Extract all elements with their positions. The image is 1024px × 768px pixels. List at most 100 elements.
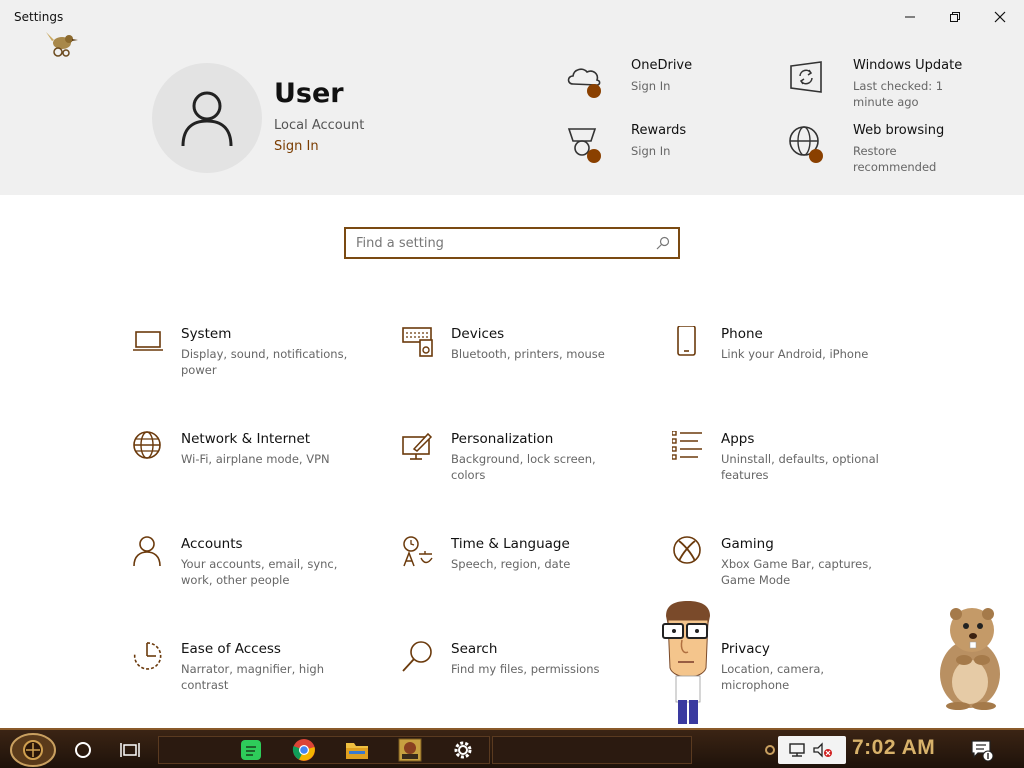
game-app-icon — [398, 738, 422, 762]
keyboard-speaker-icon — [402, 327, 433, 357]
phone-icon — [677, 326, 696, 356]
close-button[interactable] — [978, 4, 1022, 30]
tile-title: Devices — [451, 326, 505, 342]
action-center-button[interactable] — [968, 736, 996, 764]
chrome-icon — [292, 739, 315, 761]
globe-icon — [133, 431, 161, 459]
service-title: Web browsing — [853, 123, 945, 138]
system-tray — [778, 736, 846, 764]
service-subtitle: Last checked: 1 minute ago — [853, 79, 944, 109]
spotify-icon — [241, 740, 261, 760]
tile-ease-of-access[interactable]: Ease of Access Narrator, magnifier, high… — [132, 641, 382, 711]
tile-description: Background, lock screen, colors — [451, 452, 596, 482]
start-button[interactable] — [10, 733, 56, 767]
magnifier-icon — [402, 641, 432, 672]
service-title: OneDrive — [631, 58, 693, 73]
paintbrush-monitor-icon — [402, 432, 433, 460]
notification-icon — [971, 740, 994, 762]
windows-update-icon — [790, 61, 822, 93]
service-web-browsing[interactable]: Web browsing Restore recommended — [787, 123, 997, 178]
minimize-icon — [905, 16, 915, 18]
tile-description: Link your Android, iPhone — [721, 347, 869, 361]
taskbar-apps-panel — [158, 736, 490, 764]
ease-of-access-icon — [133, 642, 162, 670]
tile-search[interactable]: Search Find my files, permissions — [402, 641, 652, 711]
spotify-button[interactable] — [237, 736, 265, 764]
tile-description: Your accounts, email, sync, work, other … — [181, 557, 338, 587]
tile-system[interactable]: System Display, sound, notifications, po… — [132, 326, 382, 396]
service-subtitle: Sign In — [631, 79, 671, 93]
minimize-button[interactable] — [888, 4, 932, 30]
file-explorer-icon — [346, 743, 368, 759]
restore-icon — [950, 12, 960, 22]
gear-small-icon — [765, 745, 775, 755]
tile-description: Display, sound, notifications, power — [181, 347, 348, 377]
list-icon — [672, 431, 702, 460]
show-hidden-icons-button[interactable] — [762, 736, 778, 764]
tile-gaming[interactable]: Gaming Xbox Game Bar, captures, Game Mod… — [672, 536, 922, 606]
search-input[interactable] — [346, 230, 646, 256]
settings-gear-icon — [454, 741, 472, 759]
chrome-button[interactable] — [290, 736, 318, 764]
avatar[interactable] — [152, 63, 262, 173]
task-view-button[interactable] — [116, 736, 144, 764]
person-icon — [133, 536, 161, 567]
cartoon-man-sticker-icon — [662, 601, 710, 724]
tile-description: Location, camera, microphone — [721, 662, 825, 692]
file-explorer-button[interactable] — [343, 736, 371, 764]
service-rewards[interactable]: Rewards Sign In — [565, 123, 765, 173]
bird-decoration-icon — [46, 32, 78, 57]
volume-muted-icon[interactable] — [812, 742, 834, 758]
tile-title: Time & Language — [451, 536, 570, 552]
tile-title: Search — [451, 641, 498, 657]
cortana-icon — [75, 742, 91, 758]
user-name: User — [274, 78, 344, 109]
taskbar: 7:02 AM — [0, 728, 1024, 768]
service-title: Rewards — [631, 123, 687, 138]
tile-devices[interactable]: Devices Bluetooth, printers, mouse — [402, 326, 652, 396]
settings-search[interactable] — [344, 227, 680, 259]
window-title: Settings — [14, 10, 64, 24]
tile-title: Personalization — [451, 431, 554, 447]
tile-title: Accounts — [181, 536, 243, 552]
service-title: Windows Update — [853, 58, 963, 73]
onedrive-cloud-icon — [567, 68, 601, 98]
globe-icon — [789, 126, 823, 163]
tile-title: Gaming — [721, 536, 774, 552]
tile-network-internet[interactable]: Network & Internet Wi-Fi, airplane mode,… — [132, 431, 382, 501]
tile-title: Network & Internet — [181, 431, 311, 447]
search-icon — [656, 236, 670, 250]
taskbar-clock[interactable]: 7:02 AM — [852, 736, 935, 760]
tile-phone[interactable]: Phone Link your Android, iPhone — [672, 326, 922, 396]
service-subtitle: Restore recommended — [853, 144, 937, 174]
tile-time-language[interactable]: Time & Language Speech, region, date — [402, 536, 652, 606]
tile-accounts[interactable]: Accounts Your accounts, email, sync, wor… — [132, 536, 382, 606]
tile-personalization[interactable]: Personalization Background, lock screen,… — [402, 431, 652, 501]
tile-description: Uninstall, defaults, optional features — [721, 452, 879, 482]
task-view-icon — [120, 743, 140, 757]
gopher-sticker-icon — [940, 608, 1000, 710]
close-icon — [994, 11, 1006, 23]
game-app-button[interactable] — [396, 736, 424, 764]
tile-title: Ease of Access — [181, 641, 281, 657]
account-type: Local Account — [274, 118, 365, 133]
restore-button[interactable] — [933, 4, 977, 30]
service-windows-update[interactable]: Windows Update Last checked: 1 minute ag… — [787, 58, 997, 113]
tile-description: Narrator, magnifier, high contrast — [181, 662, 324, 692]
network-icon[interactable] — [788, 742, 806, 758]
tile-apps[interactable]: Apps Uninstall, defaults, optional featu… — [672, 431, 922, 501]
taskbar-empty-panel — [492, 736, 692, 764]
time-language-icon — [403, 536, 433, 567]
tile-description: Xbox Game Bar, captures, Game Mode — [721, 557, 872, 587]
xbox-icon — [673, 536, 701, 564]
person-icon — [181, 91, 233, 147]
cortana-button[interactable] — [69, 736, 97, 764]
sign-in-link[interactable]: Sign In — [274, 139, 319, 154]
laptop-icon — [133, 331, 163, 351]
tile-description: Speech, region, date — [451, 557, 571, 571]
tile-title: System — [181, 326, 232, 342]
service-onedrive[interactable]: OneDrive Sign In — [565, 58, 765, 108]
tile-description: Wi-Fi, airplane mode, VPN — [181, 452, 330, 466]
tile-title: Phone — [721, 326, 763, 342]
settings-button[interactable] — [449, 736, 477, 764]
